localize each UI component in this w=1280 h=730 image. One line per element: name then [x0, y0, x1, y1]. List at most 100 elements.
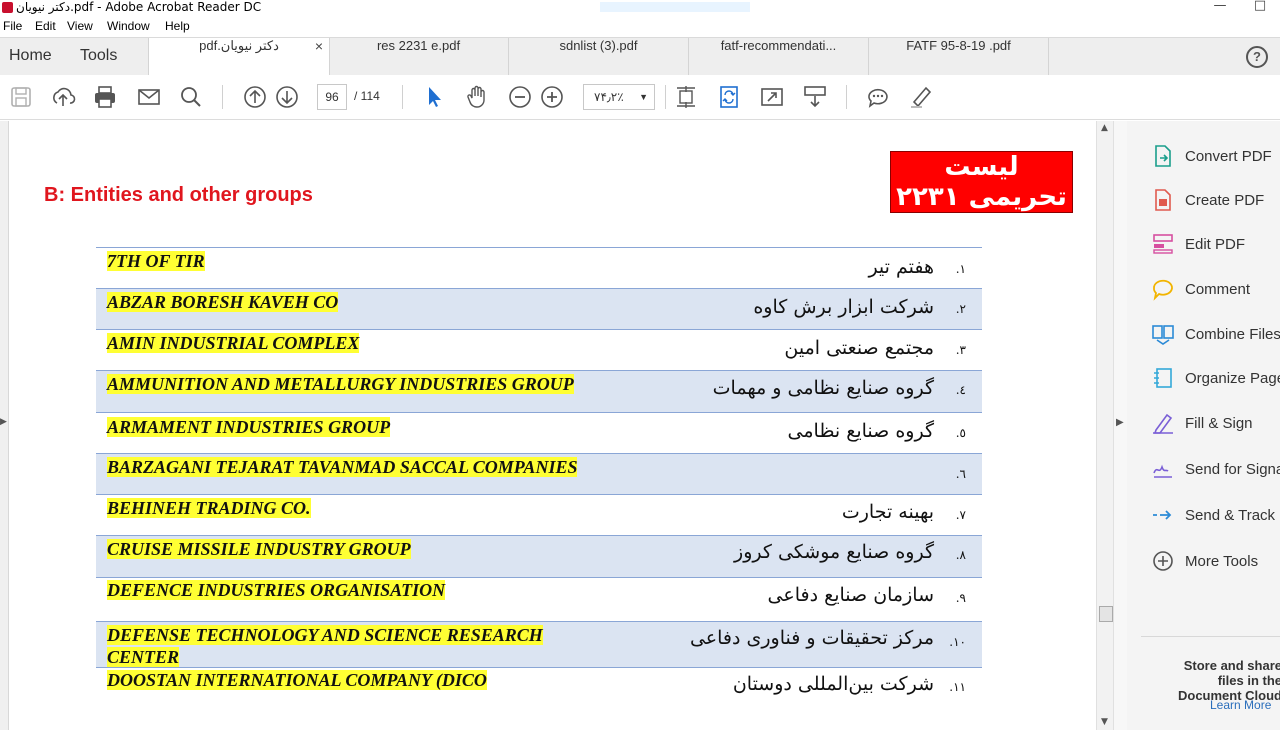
tool-label: More Tools	[1185, 553, 1259, 570]
row-number: ۱۰.	[949, 635, 966, 649]
comment-icon[interactable]	[865, 84, 891, 110]
entity-english-name: DOOSTAN INTERNATIONAL COMPANY (DICO	[107, 670, 487, 690]
tab-res-2231[interactable]: res 2231 e.pdf	[329, 38, 509, 75]
tool-label: Comment	[1185, 281, 1251, 298]
table-row: ABZAR BORESH KAVEH CO شرکت ابزار برش کاو…	[96, 288, 982, 329]
edit-pdf-icon	[1153, 234, 1173, 254]
help-icon[interactable]: ?	[1246, 46, 1268, 68]
menu-bar: File Edit View Window Help	[0, 16, 1280, 36]
tab-fatf-95[interactable]: FATF 95-8-19 .pdf	[869, 38, 1049, 75]
tools-nav[interactable]: Tools	[80, 47, 117, 65]
row-number: ۱.	[955, 262, 966, 276]
section-title: B: Entities and other groups	[44, 184, 313, 206]
entity-english-name: BARZAGANI TEJARAT TAVANMAD SACCAL COMPAN…	[107, 457, 578, 477]
minimize-button[interactable]: —	[1200, 0, 1240, 16]
zoom-value: ۷۴٫۲٪	[594, 90, 624, 104]
scroll-up-icon[interactable]: ▲	[1101, 123, 1108, 133]
scroll-down-icon[interactable]: ▼	[1101, 717, 1108, 727]
entity-english-name: DEFENSE TECHNOLOGY AND SCIENCE RESEARCH …	[107, 625, 543, 667]
row-number: ۲.	[955, 302, 966, 316]
search-icon[interactable]	[178, 84, 204, 110]
save-icon[interactable]	[8, 84, 34, 110]
left-panel-toggle[interactable]: ▶	[0, 121, 9, 730]
row-number: ٥.	[955, 426, 966, 440]
menu-file[interactable]: File	[3, 19, 22, 33]
close-tab-icon[interactable]: ×	[315, 38, 323, 54]
highlight-pen-icon[interactable]	[908, 84, 934, 110]
chevron-right-icon: ▶	[0, 417, 7, 427]
toolbar-separator	[846, 85, 847, 109]
entity-persian-name: مرکز تحقیقات و فناوری دفاعی	[689, 627, 934, 649]
rotate-icon[interactable]	[716, 84, 742, 110]
chevron-down-icon: ▼	[639, 92, 648, 102]
select-arrow-icon[interactable]	[421, 84, 447, 110]
entity-persian-name: سازمان صنایع دفاعی	[767, 584, 934, 606]
right-panel-toggle[interactable]: ▶	[1113, 121, 1128, 730]
learn-more-link[interactable]: Learn More	[1210, 698, 1271, 712]
entity-english-name: ARMAMENT INDUSTRIES GROUP	[107, 417, 391, 437]
upload-icon[interactable]	[50, 84, 76, 110]
create-pdf-icon	[1155, 189, 1171, 211]
entity-english-name: DEFENCE INDUSTRIES ORGANISATION	[107, 580, 446, 600]
entity-persian-name: شرکت ابزار برش کاوه	[753, 296, 934, 318]
menu-window[interactable]: Window	[107, 19, 150, 33]
row-number: ۷.	[955, 508, 966, 522]
row-number: ۹.	[955, 591, 966, 605]
combine-files-icon	[1152, 325, 1174, 345]
tab-sdnlist[interactable]: sdnlist (3).pdf	[509, 38, 689, 75]
toolbar-separator	[402, 85, 403, 109]
fullscreen-icon[interactable]	[759, 84, 785, 110]
tool-label: Organize Pages	[1185, 370, 1280, 387]
send-track-icon	[1153, 510, 1172, 520]
tool-label: Convert PDF	[1185, 148, 1272, 165]
maximize-button[interactable]: □	[1240, 0, 1280, 16]
entity-persian-name: بهینه تجارت	[841, 501, 934, 523]
entity-english-name: BEHINEH TRADING CO.	[107, 498, 311, 518]
menu-help[interactable]: Help	[165, 19, 190, 33]
chevron-right-icon: ▶	[1116, 417, 1124, 428]
row-number: ۸.	[955, 548, 966, 562]
scroll-thumb[interactable]	[1099, 606, 1113, 622]
hand-icon[interactable]	[464, 84, 490, 110]
home-nav[interactable]: Home	[9, 47, 52, 65]
tool-label: Edit PDF	[1185, 236, 1246, 253]
table-row: ARMAMENT INDUSTRIES GROUP گروه صنایع نظا…	[96, 412, 982, 453]
page-total: / 114	[354, 89, 380, 103]
tab-bar: Home Tools دکتر نیویان.pdf × res 2231 e.…	[0, 37, 1280, 76]
table-row: 7TH OF TIR هفتم تیر ۱.	[96, 247, 982, 288]
print-icon[interactable]	[92, 84, 118, 110]
menu-edit[interactable]: Edit	[35, 19, 56, 33]
tool-label: Send for Signature	[1185, 461, 1280, 478]
scroll-mode-icon[interactable]	[802, 84, 828, 110]
zoom-in-icon[interactable]	[539, 84, 565, 110]
row-number: ٦.	[955, 467, 966, 481]
page-number-input[interactable]: 96	[317, 84, 347, 110]
vertical-scrollbar[interactable]: ▲ ▼	[1096, 121, 1114, 730]
tab-fatf-recommendations[interactable]: fatf-recommendati...	[689, 38, 869, 75]
tool-label: Combine Files	[1185, 326, 1280, 343]
toolbar: 96 / 114 ۷۴٫۲٪ ▼	[0, 75, 1280, 120]
toolbar-separator	[222, 85, 223, 109]
entity-english-name: CRUISE MISSILE INDUSTRY GROUP	[107, 539, 411, 559]
zoom-out-icon[interactable]	[507, 84, 533, 110]
page-down-icon[interactable]	[274, 84, 300, 110]
tool-label: Create PDF	[1185, 192, 1265, 209]
entity-english-name: ABZAR BORESH KAVEH CO	[107, 292, 339, 312]
tool-label: Fill & Sign	[1185, 415, 1253, 432]
email-icon[interactable]	[136, 84, 162, 110]
page-up-icon[interactable]	[242, 84, 268, 110]
entity-persian-name: گروه صنایع نظامی و مهمات	[712, 377, 934, 399]
acrobat-app-icon	[2, 2, 13, 13]
table-row: CRUISE MISSILE INDUSTRY GROUP گروه صنایع…	[96, 535, 982, 577]
tab-label: دکتر نیویان.pdf	[199, 38, 279, 53]
tab-active-document[interactable]: دکتر نیویان.pdf ×	[148, 38, 330, 76]
entity-english-name: 7TH OF TIR	[107, 251, 205, 271]
entity-persian-name: شرکت بین‌المللی دوستان	[732, 673, 934, 695]
panel-divider	[1141, 636, 1280, 637]
zoom-level-select[interactable]: ۷۴٫۲٪ ▼	[583, 84, 655, 110]
fit-page-icon[interactable]	[673, 84, 699, 110]
table-row: DEFENCE INDUSTRIES ORGANISATION سازمان ص…	[96, 577, 982, 621]
sanctions-list-badge: لیست تحریمی ۲۲۳۱	[890, 151, 1073, 213]
send-signature-icon	[1153, 464, 1172, 478]
menu-view[interactable]: View	[67, 19, 93, 33]
